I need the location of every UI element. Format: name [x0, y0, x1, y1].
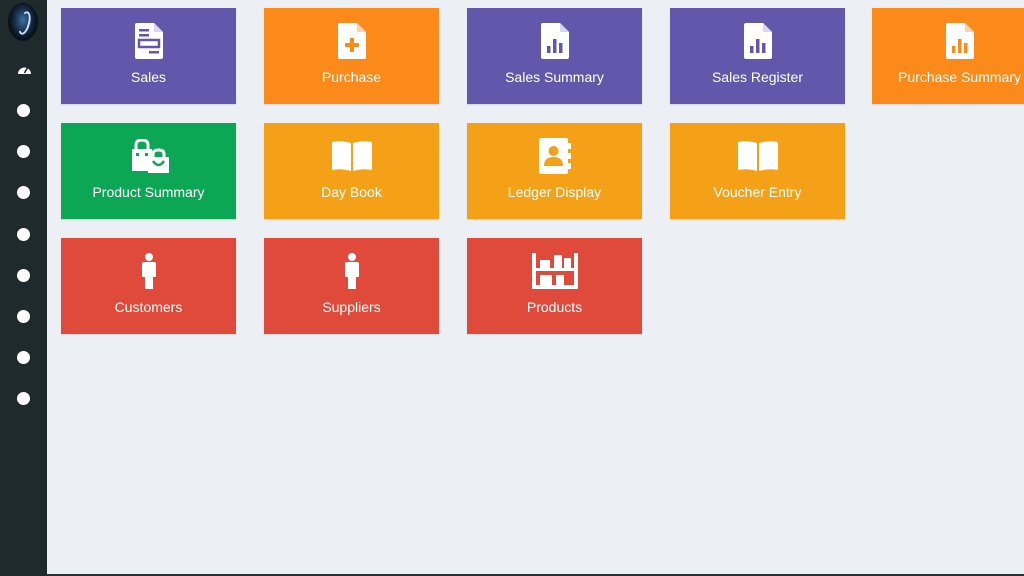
- tile-label: Customers: [114, 299, 183, 315]
- tile-label: Products: [526, 299, 583, 315]
- tile-day-book[interactable]: Day Book: [264, 123, 439, 219]
- file-plus-icon: [337, 23, 366, 59]
- invoice-icon: [134, 23, 163, 59]
- tile-ledger-display[interactable]: Ledger Display: [467, 123, 642, 219]
- tile-sales-register[interactable]: Sales Register: [670, 8, 845, 104]
- sidebar-item-3-dot-icon[interactable]: [17, 186, 30, 199]
- open-book-icon: [331, 141, 372, 171]
- tile-label: Sales Register: [711, 69, 804, 85]
- person-icon: [344, 253, 359, 289]
- tile-label: Sales: [130, 69, 167, 85]
- tile-purchase[interactable]: Purchase: [264, 8, 439, 104]
- dashboard-icon[interactable]: [17, 63, 32, 75]
- file-chart-icon: [945, 23, 974, 59]
- sidebar-item-2-dot-icon[interactable]: [17, 145, 30, 158]
- tile-label: Day Book: [321, 184, 382, 200]
- person-icon: [141, 253, 156, 289]
- sidebar-item-7-dot-icon[interactable]: [17, 351, 30, 364]
- warehouse-shelf-icon: [531, 253, 578, 289]
- sidebar-item-1-dot-icon[interactable]: [17, 104, 30, 117]
- open-book-icon: [737, 141, 778, 171]
- contact-book-icon: [538, 138, 571, 174]
- tile-sales[interactable]: Sales: [61, 8, 236, 104]
- tile-label: Voucher Entry: [713, 184, 802, 200]
- logo-icon[interactable]: [9, 4, 37, 40]
- tile-sales-summary[interactable]: Sales Summary: [467, 8, 642, 104]
- file-chart-icon: [540, 23, 569, 59]
- tile-label: Suppliers: [322, 299, 381, 315]
- tile-label: Ledger Display: [507, 184, 602, 200]
- sidebar: [0, 0, 47, 576]
- sidebar-item-8-dot-icon[interactable]: [17, 392, 30, 405]
- tile-label: Purchase Summary: [898, 69, 1021, 85]
- file-chart-icon: [743, 23, 772, 59]
- tile-label: Product Summary: [92, 184, 205, 200]
- sidebar-item-5-dot-icon[interactable]: [17, 269, 30, 282]
- tile-purchase-summary[interactable]: Purchase Summary: [872, 8, 1024, 104]
- tile-suppliers[interactable]: Suppliers: [264, 238, 439, 334]
- sidebar-item-6-dot-icon[interactable]: [17, 310, 30, 323]
- tile-products[interactable]: Products: [467, 238, 642, 334]
- tile-label: Sales Summary: [505, 69, 604, 85]
- shopping-bag-icon: [131, 139, 169, 173]
- tile-product-summary[interactable]: Product Summary: [61, 123, 236, 219]
- tile-voucher-entry[interactable]: Voucher Entry: [670, 123, 845, 219]
- tile-label: Purchase: [321, 69, 382, 85]
- sidebar-item-4-dot-icon[interactable]: [17, 228, 30, 241]
- tile-customers[interactable]: Customers: [61, 238, 236, 334]
